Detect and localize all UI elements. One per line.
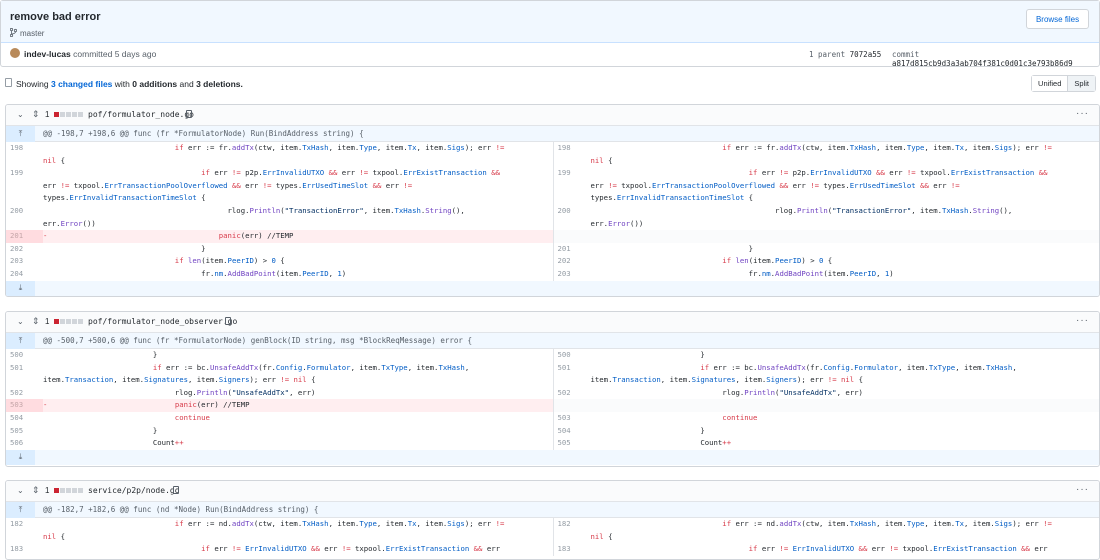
file-header: ⌄ ⇕ 1 service/p2p/node.go ··· xyxy=(6,481,1099,502)
diffstat-bars xyxy=(54,112,83,117)
diff-rows: 198 if err := fr.addTx(ctw, item.TxHash,… xyxy=(6,142,1099,281)
diff-view-toggle: Unified Split xyxy=(1031,75,1096,92)
deletions-count: 3 deletions. xyxy=(196,79,243,89)
diff-left: 500 } 501 if err := bc.UnsafeAddTx(fr.Co… xyxy=(6,349,553,450)
diff-rows: 500 } 501 if err := bc.UnsafeAddTx(fr.Co… xyxy=(6,349,1099,450)
expand-down-icon[interactable]: ⤓ xyxy=(6,280,35,296)
file-header: ⌄ ⇕ 1 pof/formulator_node.go ··· xyxy=(6,105,1099,126)
unfold-icon[interactable]: ⇕ xyxy=(32,109,40,120)
diff-left: 182 if err := nd.addTx(ctw, item.TxHash,… xyxy=(10,519,505,554)
summary-and: and xyxy=(179,79,194,89)
kebab-horizontal-icon[interactable]: ··· xyxy=(1076,108,1089,119)
chevron-down-icon[interactable]: ⌄ xyxy=(17,486,24,495)
deleted-line: 201- panic(err) //TEMP xyxy=(6,230,553,243)
diffstat-bars xyxy=(54,488,83,493)
file-change-count: 1 xyxy=(45,110,50,119)
file-path-link[interactable]: pof/formulator_node_observer.go xyxy=(88,317,237,326)
commit-header: remove bad error master Browse files xyxy=(1,1,1099,43)
unfold-icon[interactable]: ⇕ xyxy=(32,485,40,496)
expand-row: ⤓ xyxy=(6,449,1099,465)
commit-sha-info: commit a817d815cb9d3a3ab704f381c0d01c3e7… xyxy=(892,50,1099,68)
git-branch-icon xyxy=(9,27,18,39)
summary-with: with xyxy=(114,79,130,89)
file-path-link[interactable]: service/p2p/node.go xyxy=(88,486,180,495)
expand-down-icon[interactable]: ⤓ xyxy=(6,449,35,465)
split-button[interactable]: Split xyxy=(1067,76,1095,91)
chevron-down-icon[interactable]: ⌄ xyxy=(17,317,24,326)
hunk-header: ⤒ @@ -182,7 +182,6 @@ func (nd *Node) Ru… xyxy=(6,502,1099,518)
clipboard-icon[interactable] xyxy=(173,486,179,494)
file-diff: ⌄ ⇕ 1 pof/formulator_node.go ··· ⤒ @@ -1… xyxy=(5,104,1100,297)
parent-info: 1 parent 7072a55 xyxy=(809,50,881,59)
changed-files-link[interactable]: 3 changed files xyxy=(51,79,112,89)
diff-left: 198 if err := fr.addTx(ctw, item.TxHash,… xyxy=(6,142,553,281)
kebab-horizontal-icon[interactable]: ··· xyxy=(1076,315,1089,326)
hunk-header-text: @@ -182,7 +182,6 @@ func (nd *Node) Run(… xyxy=(43,505,319,514)
commit-title: remove bad error xyxy=(10,11,101,23)
diff-right: 182 if err := nd.addTx(ctw, item.TxHash,… xyxy=(552,518,1100,556)
additions-count: 0 additions xyxy=(132,79,178,89)
file-change-count: 1 xyxy=(45,486,50,495)
branch-name: master xyxy=(20,29,45,38)
commit-label: commit xyxy=(892,50,920,59)
diffstat-bars xyxy=(54,319,83,324)
file-diff: ⌄ ⇕ 1 service/p2p/node.go ··· ⤒ @@ -182,… xyxy=(5,480,1100,560)
author-link[interactable]: indev-lucas xyxy=(24,49,71,59)
hunk-header: ⤒ @@ -500,7 +500,6 @@ func (fr *Formulat… xyxy=(6,333,1099,349)
hunk-header-text: @@ -500,7 +500,6 @@ func (fr *Formulator… xyxy=(43,336,472,345)
chevron-down-icon[interactable]: ⌄ xyxy=(17,110,24,119)
clipboard-icon[interactable] xyxy=(225,317,231,325)
summary-showing: Showing xyxy=(16,79,49,89)
parent-sha-link[interactable]: 7072a55 xyxy=(850,50,882,59)
file-change-count: 1 xyxy=(45,317,50,326)
expand-up-icon[interactable]: ⤒ xyxy=(6,333,35,349)
avatar[interactable] xyxy=(10,48,20,58)
file-header: ⌄ ⇕ 1 pof/formulator_node_observer.go ··… xyxy=(6,312,1099,333)
expand-row: ⤓ xyxy=(6,280,1099,296)
expand-up-icon[interactable]: ⤒ xyxy=(6,126,35,142)
commit-meta: indev-lucas committed 5 days ago 1 paren… xyxy=(1,43,1099,68)
commit-sha: a817d815cb9d3a3ab704f381c0d01c3e793b86d9 xyxy=(892,59,1073,68)
file-diff-icon xyxy=(5,78,12,87)
file-path-link[interactable]: pof/formulator_node.go xyxy=(88,110,194,119)
unified-button[interactable]: Unified xyxy=(1032,76,1068,91)
diff-rows: 182 if err := nd.addTx(ctw, item.TxHash,… xyxy=(6,518,1099,556)
diff-summary: Showing 3 changed files with 0 additions… xyxy=(0,75,1100,93)
summary-text: Showing 3 changed files with 0 additions… xyxy=(16,79,243,89)
commit-box: remove bad error master Browse files ind… xyxy=(0,0,1100,68)
commit-author-line: indev-lucas committed 5 days ago xyxy=(24,49,156,59)
unfold-icon[interactable]: ⇕ xyxy=(32,316,40,327)
diff-right: 198 if err := fr.addTx(ctw, item.TxHash,… xyxy=(552,142,1099,281)
hunk-header: ⤒ @@ -198,7 +198,6 @@ func (fr *Formulat… xyxy=(6,126,1099,142)
browse-files-button[interactable]: Browse files xyxy=(1026,9,1089,29)
committed-time: committed 5 days ago xyxy=(73,49,157,59)
deleted-line: 503- panic(err) //TEMP xyxy=(6,399,553,412)
diff-right: 500 } 501 if err := bc.UnsafeAddTx(fr.Co… xyxy=(552,349,1099,450)
hunk-header-text: @@ -198,7 +198,6 @@ func (fr *Formulator… xyxy=(43,129,364,138)
file-diff: ⌄ ⇕ 1 pof/formulator_node_observer.go ··… xyxy=(5,311,1100,467)
kebab-horizontal-icon[interactable]: ··· xyxy=(1076,484,1089,495)
expand-up-icon[interactable]: ⤒ xyxy=(6,502,35,518)
branch-label[interactable]: master xyxy=(9,27,45,39)
clipboard-icon[interactable] xyxy=(186,110,192,118)
parent-label: 1 parent xyxy=(809,50,846,59)
